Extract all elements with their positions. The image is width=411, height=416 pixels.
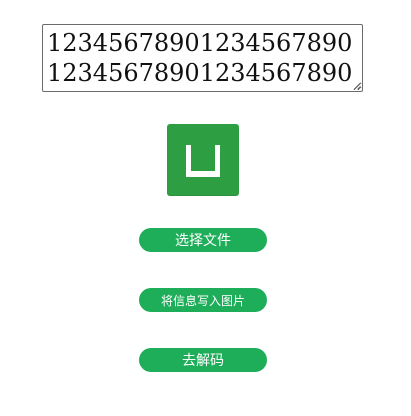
app-logo (167, 124, 239, 196)
u-logo-icon (186, 145, 220, 177)
message-textarea[interactable] (42, 24, 363, 92)
write-info-to-image-button[interactable]: 将信息写入图片 (139, 288, 267, 312)
select-file-button[interactable]: 选择文件 (139, 228, 267, 252)
decode-button[interactable]: 去解码 (139, 348, 267, 372)
